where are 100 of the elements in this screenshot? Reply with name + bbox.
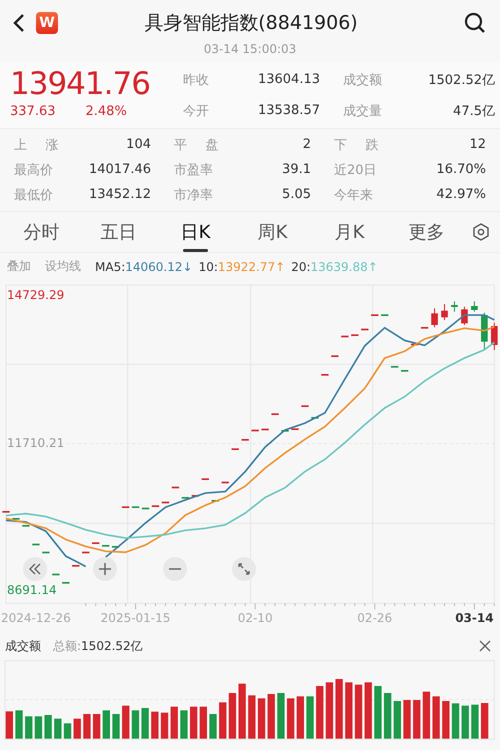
chart-tab[interactable]: 更多 — [388, 212, 465, 252]
stat-label: 上 涨 — [14, 136, 58, 154]
volume-bar — [432, 696, 440, 739]
candlestick — [212, 500, 219, 502]
stat-label: 今年来 — [334, 186, 373, 204]
volume-bar — [268, 694, 275, 739]
chart-tab[interactable]: 五日 — [80, 212, 157, 252]
candlestick — [431, 308, 438, 328]
candlestick — [301, 405, 309, 407]
volume-bar — [316, 686, 324, 739]
rewind-button[interactable] — [23, 557, 47, 581]
volume-bar — [394, 701, 401, 739]
zoom-in-button[interactable] — [93, 557, 117, 581]
axis-label: 14729.29 — [7, 288, 64, 302]
candlestick — [410, 344, 418, 346]
timestamp: 03-14 15:00:03 — [202, 42, 298, 56]
page-title: 具身智能指数(8841906) — [143, 11, 359, 36]
candlestick — [491, 322, 498, 350]
volume-bar — [480, 703, 488, 739]
volume-bar — [354, 684, 362, 739]
axis-label: 11710.21 — [7, 436, 64, 450]
chart-tab[interactable]: 日K — [157, 212, 234, 252]
stat-label: 平 盘 — [174, 136, 218, 154]
volume-bar — [345, 682, 352, 739]
ma-label: 10: — [198, 260, 218, 274]
candlestick — [72, 565, 80, 567]
candlestick — [321, 374, 329, 376]
date-label: 2024-12-26 — [1, 611, 71, 625]
volume-bar — [286, 698, 294, 739]
close-icon[interactable] — [479, 640, 491, 652]
app-logo[interactable]: W — [36, 12, 58, 34]
stat-value: 12 — [469, 137, 486, 152]
volume-bar — [83, 714, 91, 739]
volume-bar — [160, 712, 168, 739]
volume-bar — [34, 716, 42, 739]
volume-bar — [335, 679, 343, 739]
candlestick — [451, 300, 458, 312]
volume-bar — [44, 715, 52, 739]
volume-bar — [170, 706, 178, 739]
volume-bar — [25, 716, 32, 739]
stat-value: 1502.52亿 — [428, 72, 495, 88]
stat-value: 2 — [302, 137, 311, 152]
volume-bar — [64, 723, 72, 739]
ma-value: 13922.77↑ — [218, 260, 286, 274]
chart-tab[interactable]: 月K — [311, 212, 388, 252]
volume-bar — [462, 706, 469, 739]
volume-bar — [296, 696, 304, 739]
candlestick — [311, 417, 319, 419]
last-price: 13941.76 — [10, 65, 151, 104]
candlestick — [471, 300, 478, 312]
volume-bar — [190, 706, 198, 739]
volume-title: 成交额 — [5, 638, 41, 654]
stat-value: 13452.12 — [88, 187, 151, 202]
candlestick — [172, 486, 180, 488]
volume-bar — [364, 682, 372, 739]
ma-value: 14060.12↓ — [125, 260, 193, 274]
volume-bar — [326, 682, 334, 739]
date-label: 02-10 — [238, 611, 273, 625]
fullscreen-button[interactable] — [232, 557, 256, 581]
date-label: 03-14 — [455, 611, 494, 625]
stat-label: 今开 — [183, 102, 209, 120]
stat-label: 近20日 — [334, 162, 377, 178]
volume-bar — [141, 708, 149, 739]
volume-bar — [200, 706, 207, 739]
settings-icon[interactable] — [471, 222, 491, 242]
volume-bar — [471, 704, 479, 739]
zoom-out-button[interactable] — [163, 557, 187, 581]
volume-bar — [277, 693, 285, 739]
stat-value: 47.5亿 — [453, 102, 495, 120]
volume-bar — [180, 710, 188, 739]
volume-bar — [422, 692, 430, 739]
volume-bar — [442, 701, 450, 739]
candlestick — [222, 482, 229, 484]
expand-icon — [237, 562, 251, 576]
ma-value: 13639.88↑ — [310, 260, 378, 274]
total-label: 总额: — [53, 638, 82, 654]
chart-tab[interactable]: 周K — [234, 212, 311, 252]
stat-value: 104 — [126, 137, 151, 152]
volume-bar — [122, 706, 130, 739]
volume-bar — [403, 700, 411, 739]
candlestick — [202, 478, 209, 480]
volume-bar — [15, 710, 23, 739]
stat-value: 13604.13 — [258, 72, 320, 87]
total-value: 1502.52亿 — [81, 638, 143, 654]
volume-bar — [209, 714, 217, 739]
plus-icon — [98, 562, 112, 576]
volume-bar — [413, 700, 420, 739]
back-icon[interactable] — [12, 12, 26, 34]
candlestick — [441, 304, 448, 320]
search-icon[interactable] — [464, 12, 486, 34]
ma-label: MA5: — [95, 260, 126, 274]
axis-label: 8691.14 — [7, 583, 57, 598]
stat-label: 成交额 — [343, 72, 382, 88]
stat-value: 13538.57 — [258, 103, 320, 118]
volume-bar — [258, 698, 266, 739]
stat-value: 42.97% — [436, 187, 486, 202]
chart-tab[interactable]: 分时 — [3, 212, 80, 252]
date-label: 02-26 — [357, 611, 392, 625]
volume-bar — [452, 703, 460, 739]
stat-value: 16.70% — [436, 162, 486, 177]
